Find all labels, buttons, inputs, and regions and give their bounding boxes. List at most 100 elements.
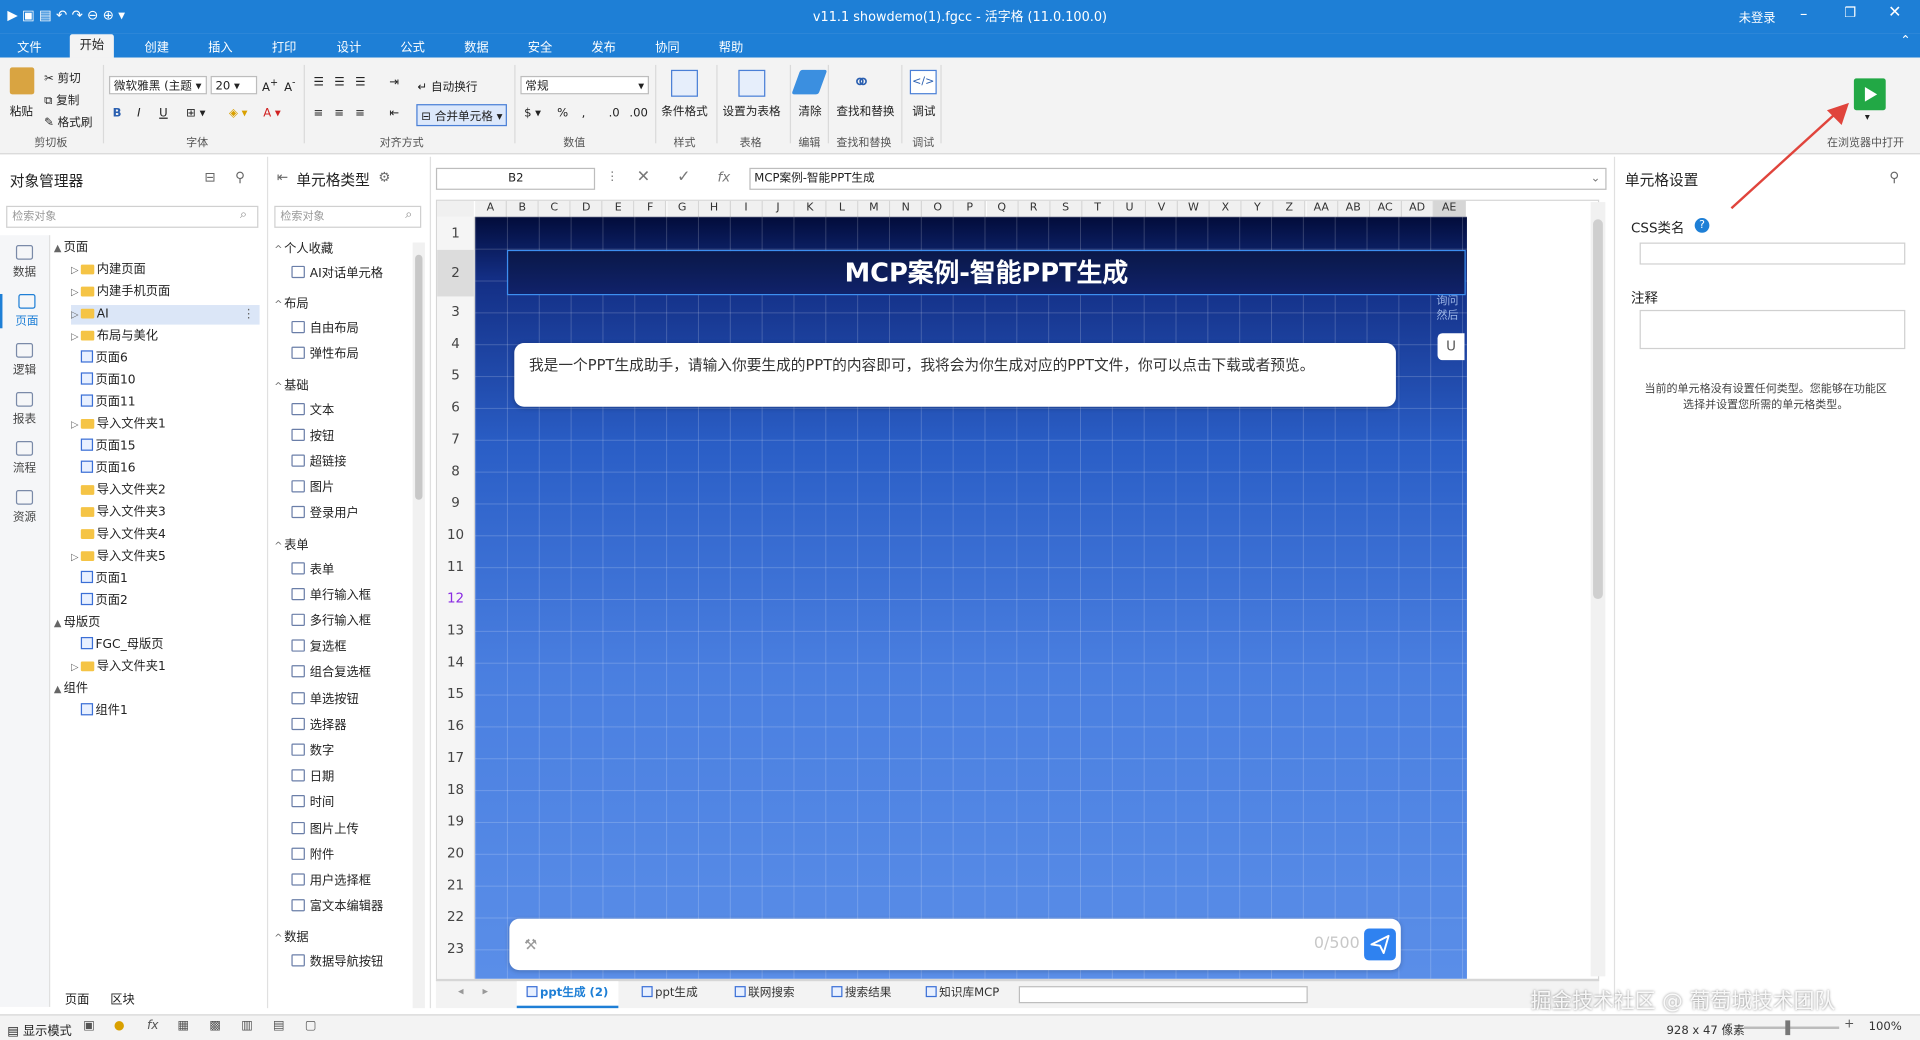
cell-type-item[interactable]: 表单 <box>291 561 334 581</box>
page-header-title[interactable]: MCP案例-智能PPT生成 <box>506 249 1466 296</box>
chevron-up-icon[interactable]: ^ <box>274 929 284 949</box>
font-color-icon[interactable]: A ▾ <box>263 107 281 120</box>
css-class-input[interactable] <box>1639 242 1906 265</box>
scrollbar-thumb[interactable] <box>1593 219 1603 600</box>
column-header[interactable]: AA <box>1305 200 1338 217</box>
set-table-icon[interactable] <box>738 69 766 97</box>
clipped-side-button[interactable]: U <box>1437 333 1465 361</box>
cell-type-item[interactable]: 多行输入框 <box>291 612 371 632</box>
row-header[interactable]: 19 <box>437 806 474 838</box>
menu-formula[interactable]: 公式 <box>400 37 424 55</box>
column-header[interactable]: O <box>922 200 955 217</box>
column-header[interactable]: Y <box>1241 200 1274 217</box>
tree-item[interactable]: ▷ 内建页面 <box>71 261 260 281</box>
tree-item[interactable]: ▷ 内建手机页面 <box>71 283 260 303</box>
menu-create[interactable]: 创建 <box>144 37 168 55</box>
chevron-up-icon[interactable]: ^ <box>274 377 284 397</box>
column-header[interactable]: AD <box>1401 200 1434 217</box>
align-bottom-icon[interactable]: ☰ <box>355 76 365 89</box>
cell-types-scrollbar[interactable] <box>412 242 425 1009</box>
tree-item[interactable]: ▲ 母版页 <box>54 614 260 634</box>
tab-pages[interactable]: 页面 <box>65 989 89 1006</box>
collapse-icon[interactable]: ⊟ <box>204 169 215 185</box>
tree-item[interactable]: 页面6 <box>71 349 260 369</box>
zoom-slider[interactable] <box>1743 1026 1840 1029</box>
menu-help[interactable]: 帮助 <box>719 37 743 55</box>
tree-item[interactable]: 页面16 <box>71 459 260 479</box>
column-header[interactable]: J <box>762 200 795 217</box>
font-name-select[interactable]: 微软雅黑 (主题 ▾ <box>108 75 207 95</box>
menu-security[interactable]: 安全 <box>528 37 552 55</box>
tree-caret-icon[interactable]: ▷ <box>71 305 81 325</box>
scrollbar-thumb[interactable] <box>415 254 423 500</box>
font-grow-icon[interactable]: A+ <box>262 77 278 94</box>
column-header[interactable]: E <box>602 200 635 217</box>
copy-button[interactable]: ⧉ 复制 <box>44 91 79 107</box>
cell-type-item[interactable]: 单行输入框 <box>291 587 371 607</box>
row-header[interactable]: 23 <box>437 933 474 965</box>
column-header[interactable]: A <box>475 200 507 217</box>
column-header[interactable]: G <box>666 200 699 217</box>
sheet-corner[interactable] <box>437 200 474 217</box>
column-header[interactable]: Z <box>1273 200 1306 217</box>
cell-type-item[interactable]: 按钮 <box>291 427 334 447</box>
tree-item[interactable]: ▷ 导入文件夹5 <box>71 548 260 568</box>
column-header[interactable]: H <box>698 200 731 217</box>
terminal-icon[interactable]: ▣ <box>83 1019 95 1032</box>
cell-type-item[interactable]: 文本 <box>291 401 334 421</box>
merge-cells-button[interactable]: ⊟ 合并单元格 ▾ <box>416 104 508 127</box>
column-header[interactable]: S <box>1050 200 1083 217</box>
table-icon[interactable]: ▦ <box>178 1019 190 1032</box>
tree-item[interactable]: FGC_母版页 <box>71 636 260 656</box>
wrench-icon[interactable]: ⚒ <box>524 936 537 953</box>
column-header[interactable]: L <box>826 200 859 217</box>
percent-icon[interactable]: % <box>557 107 568 120</box>
binoculars-icon[interactable]: ⚭ <box>852 70 870 96</box>
cell-type-item[interactable]: 选择器 <box>291 716 347 736</box>
paste-icon[interactable] <box>9 67 35 95</box>
menu-collab[interactable]: 协同 <box>655 37 679 55</box>
row-header[interactable]: 11 <box>437 551 474 583</box>
tree-item[interactable]: ▷ 布局与美化 <box>71 327 260 347</box>
expand-icon[interactable]: ⌄ <box>1591 169 1606 189</box>
nav-report[interactable]: 报表 <box>0 391 49 426</box>
column-header[interactable]: I <box>730 200 763 217</box>
cell-reference-box[interactable]: B2 <box>435 167 596 190</box>
menu-print[interactable]: 打印 <box>272 37 296 55</box>
code-icon[interactable]: </> <box>909 69 937 95</box>
increase-decimal-icon[interactable]: .0 <box>609 107 620 120</box>
login-status[interactable]: 未登录 <box>1739 7 1776 25</box>
cell-type-item[interactable]: 用户选择框 <box>291 872 371 892</box>
sheet-vertical-scrollbar[interactable] <box>1590 202 1606 977</box>
column-header[interactable]: W <box>1178 200 1211 217</box>
column-header[interactable]: Q <box>986 200 1019 217</box>
column-header[interactable]: U <box>1114 200 1147 217</box>
column-header[interactable]: P <box>954 200 987 217</box>
cell-type-item[interactable]: 复选框 <box>291 638 347 658</box>
nav-resource[interactable]: 资源 <box>0 489 49 524</box>
tree-item[interactable]: ▲ 页面 <box>54 239 260 259</box>
row-header[interactable]: 10 <box>437 519 474 551</box>
pin-icon[interactable]: ⚲ <box>235 169 245 185</box>
align-right-icon[interactable]: ≡ <box>355 107 365 120</box>
row-header[interactable]: 20 <box>437 838 474 870</box>
eraser-icon[interactable] <box>791 69 828 95</box>
cell-type-item[interactable]: 单选按钮 <box>291 690 359 710</box>
zoom-out-icon[interactable]: – <box>1727 1018 1733 1031</box>
cell-type-item[interactable]: 自由布局 <box>291 320 359 340</box>
align-top-icon[interactable]: ☰ <box>313 76 323 89</box>
border-icon[interactable]: ⊞ ▾ <box>186 107 205 120</box>
tree-caret-icon[interactable]: ▷ <box>71 283 81 303</box>
minimize-icon[interactable]: – <box>1800 5 1807 22</box>
cell-type-group[interactable]: ^ 布局 <box>274 295 308 315</box>
column-header[interactable]: C <box>538 200 571 217</box>
tree-item[interactable]: ▷ 导入文件夹1 <box>71 415 260 435</box>
window-icon[interactable]: ▢ <box>305 1019 317 1032</box>
chart-icon[interactable]: ▥ <box>241 1019 253 1032</box>
sheet-horizontal-scrollbar[interactable] <box>1018 986 1308 1004</box>
cell-type-item[interactable]: 数据导航按钮 <box>291 954 383 974</box>
row-header[interactable]: 6 <box>437 392 474 424</box>
wrap-text-button[interactable]: ↵ 自动换行 <box>418 77 478 94</box>
chat-input-box[interactable]: ⚒ 0/500 <box>509 918 1401 971</box>
tree-item[interactable]: 组件1 <box>71 702 260 722</box>
